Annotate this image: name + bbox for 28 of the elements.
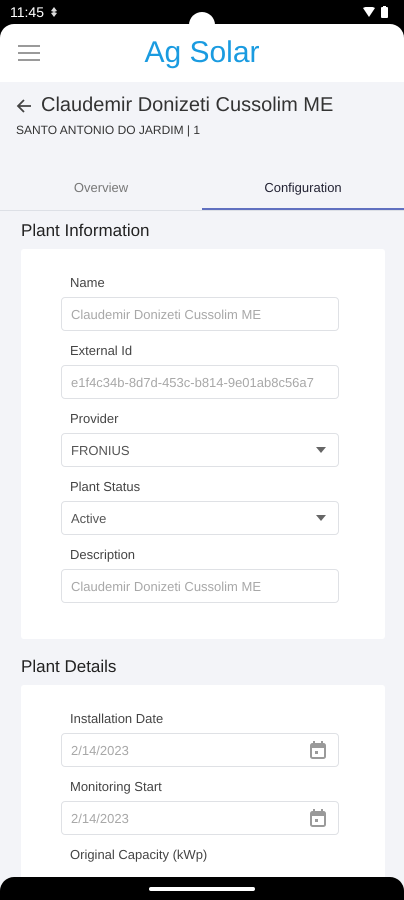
field-label: Name (70, 275, 106, 290)
calendar-icon (310, 741, 326, 759)
menu-icon (18, 45, 40, 61)
field-label: Monitoring Start (70, 779, 163, 794)
page-subtitle: SANTO ANTONIO DO JARDIM | 1 (16, 123, 202, 137)
app-title: Ag Solar (144, 36, 260, 70)
field-label: Original Capacity (kWp) (70, 847, 208, 862)
field-label: Provider (70, 411, 120, 426)
dropdown-caret-icon (316, 515, 326, 521)
tab[interactable]: Overview (0, 168, 202, 210)
section-title: Plant Information (21, 221, 151, 241)
dropdown-field[interactable]: FRONIUS (61, 433, 339, 467)
calendar-icon (310, 809, 326, 827)
wifi-icon (363, 7, 375, 17)
page-title: Claudemir Donizeti Cussolim ME (41, 94, 334, 117)
field-label: Installation Date (70, 711, 164, 726)
dropdown-field[interactable]: Active (61, 501, 339, 535)
battery-icon (381, 6, 388, 18)
field-label: External Id (70, 343, 134, 358)
field-label: Plant Status (70, 479, 142, 494)
section-title: Plant Details (21, 657, 118, 677)
status-time: 11:45 (10, 4, 44, 20)
field-label: Description (70, 547, 136, 562)
notification-icon (50, 7, 58, 17)
tab[interactable]: Configuration (202, 168, 404, 210)
home-indicator[interactable] (149, 886, 255, 890)
back-arrow-icon (16, 98, 32, 112)
dropdown-caret-icon (316, 447, 326, 453)
